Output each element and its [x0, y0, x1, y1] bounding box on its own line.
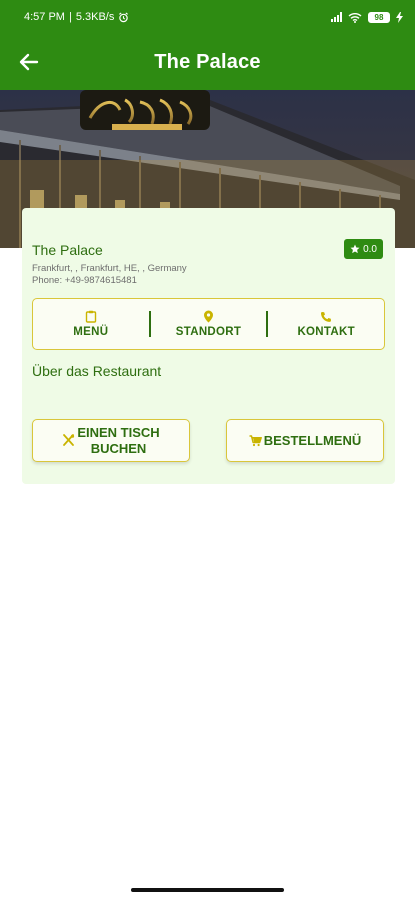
alarm-icon — [119, 11, 129, 22]
page-title: The Palace — [154, 50, 261, 73]
status-bar: 4:57 PM | 5.3KB/s 98 — [0, 0, 415, 34]
order-menu-button[interactable]: BESTELLMENÜ — [226, 419, 384, 462]
location-button[interactable]: STANDORT — [151, 299, 267, 349]
status-time: 4:57 PM — [24, 11, 65, 23]
book-table-button[interactable]: EINEN TISCH BUCHEN — [32, 419, 190, 462]
restaurant-name: The Palace — [32, 242, 103, 258]
location-pin-icon — [204, 310, 213, 323]
book-table-label: EINEN TISCH BUCHEN — [77, 425, 159, 457]
battery-icon: 98 — [368, 11, 390, 23]
status-left: 4:57 PM | 5.3KB/s — [24, 11, 129, 23]
status-net-speed: 5.3KB/s — [75, 11, 115, 23]
restaurant-info-card: The Palace 0.0 Frankfurt, , Frankfurt, H… — [22, 208, 395, 484]
restaurant-phone: Phone: +49-9874615481 — [32, 275, 137, 286]
rating-badge: 0.0 — [344, 239, 383, 259]
charging-icon — [396, 11, 403, 23]
home-indicator[interactable] — [131, 888, 284, 892]
menu-button[interactable]: MENÜ — [33, 299, 149, 349]
signal-icon — [331, 12, 342, 22]
cart-icon — [249, 434, 262, 447]
arrow-left-icon — [19, 53, 39, 71]
location-button-label: STANDORT — [175, 326, 242, 338]
rating-value: 0.0 — [363, 243, 377, 255]
order-menu-label: BESTELLMENÜ — [263, 432, 362, 448]
star-icon — [350, 244, 360, 254]
app-bar: The Palace — [0, 34, 415, 90]
contact-button[interactable]: KONTAKT — [268, 299, 384, 349]
cutlery-icon — [62, 434, 75, 447]
phone-icon — [321, 311, 332, 322]
action-bar: MENÜ STANDORT KONTAKT — [32, 298, 385, 350]
book-table-line1: EINEN TISCH — [77, 424, 160, 440]
about-restaurant-heading: Über das Restaurant — [32, 363, 162, 379]
status-right: 98 — [331, 11, 403, 23]
wifi-icon — [348, 12, 362, 23]
menu-button-label: MENÜ — [73, 326, 109, 338]
book-table-line2: BUCHEN — [90, 440, 147, 456]
clipboard-icon — [85, 310, 97, 323]
contact-button-label: KONTAKT — [297, 325, 355, 338]
back-button[interactable] — [14, 47, 44, 77]
status-separator: | — [68, 11, 72, 23]
restaurant-address: Frankfurt, , Frankfurt, HE, , Germany — [32, 263, 187, 274]
